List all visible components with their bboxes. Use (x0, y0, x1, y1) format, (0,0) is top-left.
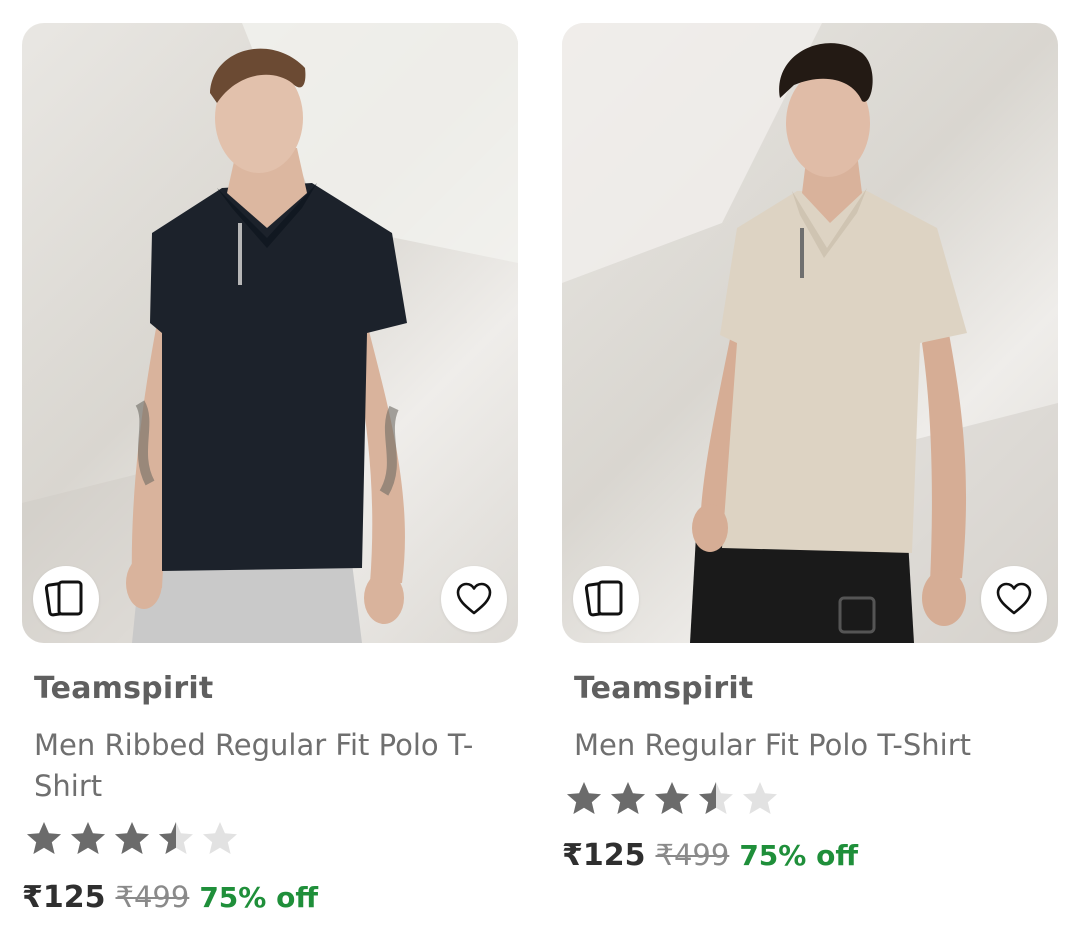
selling-price: ₹125 (22, 880, 106, 915)
product-grid: Teamspirit Men Ribbed Regular Fit Polo T… (0, 0, 1079, 943)
price-row: ₹125 ₹499 75% off (562, 838, 858, 873)
product-photo (22, 23, 518, 643)
product-card[interactable]: Teamspirit Men Ribbed Regular Fit Polo T… (22, 23, 518, 915)
product-card[interactable]: Teamspirit Men Regular Fit Polo T-Shirt … (562, 23, 1058, 873)
product-title[interactable]: Men Regular Fit Polo T-Shirt (574, 725, 1054, 766)
discount-label: 75% off (739, 839, 858, 872)
similar-products-icon (44, 580, 83, 617)
star-icon (611, 782, 645, 814)
wishlist-button[interactable] (981, 566, 1047, 632)
pants-shape (132, 563, 362, 643)
heart-icon (456, 582, 492, 615)
star-rating (565, 780, 779, 818)
star-icon (655, 782, 689, 814)
similar-products-button[interactable] (573, 566, 639, 632)
discount-label: 75% off (199, 881, 318, 914)
similar-products-button[interactable] (33, 566, 99, 632)
star-icon (115, 822, 149, 854)
product-image[interactable] (22, 23, 518, 643)
star-icon (699, 782, 733, 814)
star-icon (27, 822, 61, 854)
product-title[interactable]: Men Ribbed Regular Fit Polo T-Shirt (34, 725, 514, 807)
star-icon (567, 782, 601, 814)
star-rating (25, 820, 239, 858)
price-row: ₹125 ₹499 75% off (22, 880, 318, 915)
original-price: ₹499 (655, 838, 730, 872)
similar-products-icon (584, 580, 623, 617)
product-brand: Teamspirit (34, 671, 214, 706)
heart-icon (996, 582, 1032, 615)
product-photo (562, 23, 1058, 643)
product-image[interactable] (562, 23, 1058, 643)
star-icon (71, 822, 105, 854)
original-price: ₹499 (115, 880, 190, 914)
star-icon (159, 822, 193, 854)
wishlist-button[interactable] (441, 566, 507, 632)
selling-price: ₹125 (562, 838, 646, 873)
star-icon (743, 782, 777, 814)
star-icon (203, 822, 237, 854)
product-brand: Teamspirit (574, 671, 754, 706)
